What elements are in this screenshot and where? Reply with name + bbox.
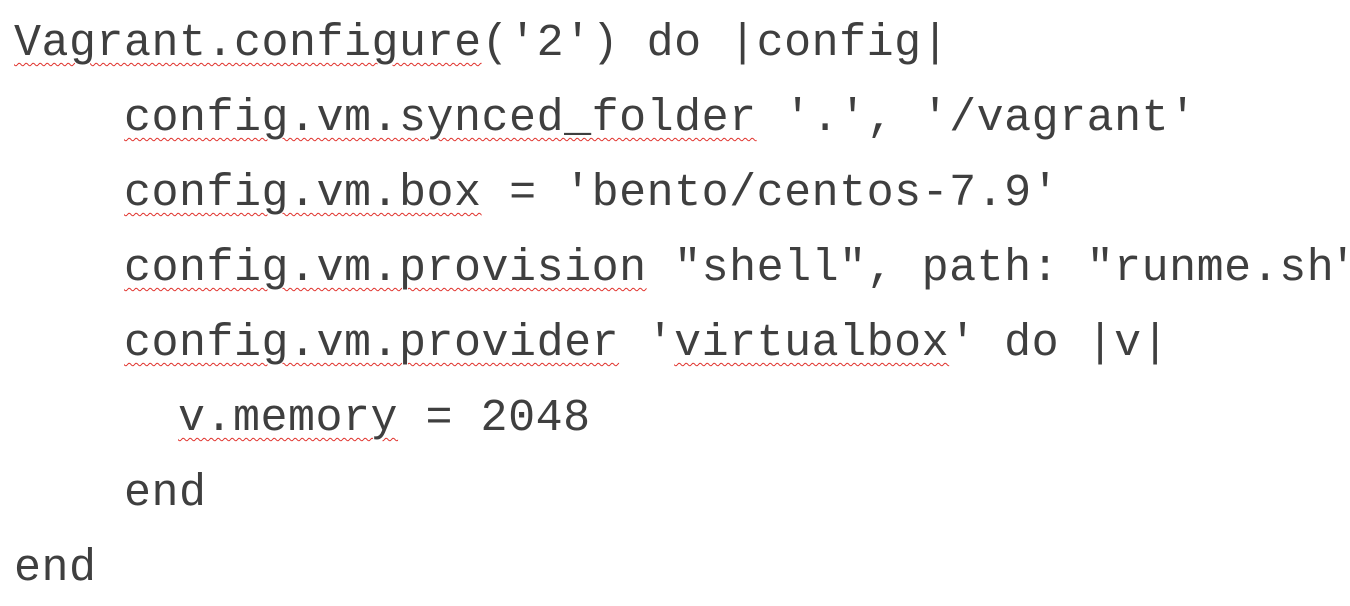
code-line-provider: config.vm.provider 'virtualbox' do |v| [124,321,1169,366]
code-line-synced-folder: config.vm.synced_folder '.', '/vagrant' [124,96,1197,141]
code-line-provision: config.vm.provision "shell", path: "runm… [124,246,1350,291]
misspelled-word-memory: v.memory [178,393,399,444]
code-text: end [14,543,97,594]
misspelled-word-synced-folder: config.vm.synced_folder [124,93,757,144]
code-document: Vagrant.configure('2') do |config| confi… [0,0,1350,606]
code-text: ' [619,318,675,369]
code-line-vagrant-configure: Vagrant.configure('2') do |config| [14,21,949,66]
code-line-inner-end: end [124,471,207,516]
code-text: "shell", path: "runme.sh" [646,243,1350,294]
code-line-box: config.vm.box = 'bento/centos-7.9' [124,171,1059,216]
code-text: '.', '/vagrant' [756,93,1197,144]
code-text: ('2') do |config| [481,18,950,69]
misspelled-word-virtualbox: virtualbox [674,318,950,369]
code-text: end [124,468,207,519]
code-text: = 2048 [398,393,591,444]
misspelled-word-provision: config.vm.provision [124,243,647,294]
misspelled-word-vagrant-configure: Vagrant.configure [14,18,482,69]
misspelled-word-provider: config.vm.provider [124,318,620,369]
code-line-outer-end: end [14,546,97,591]
code-text: ' do |v| [949,318,1170,369]
misspelled-word-vm-box: config.vm.box [124,168,482,219]
code-line-memory: v.memory = 2048 [178,396,591,441]
code-text: = 'bento/centos-7.9' [481,168,1060,219]
